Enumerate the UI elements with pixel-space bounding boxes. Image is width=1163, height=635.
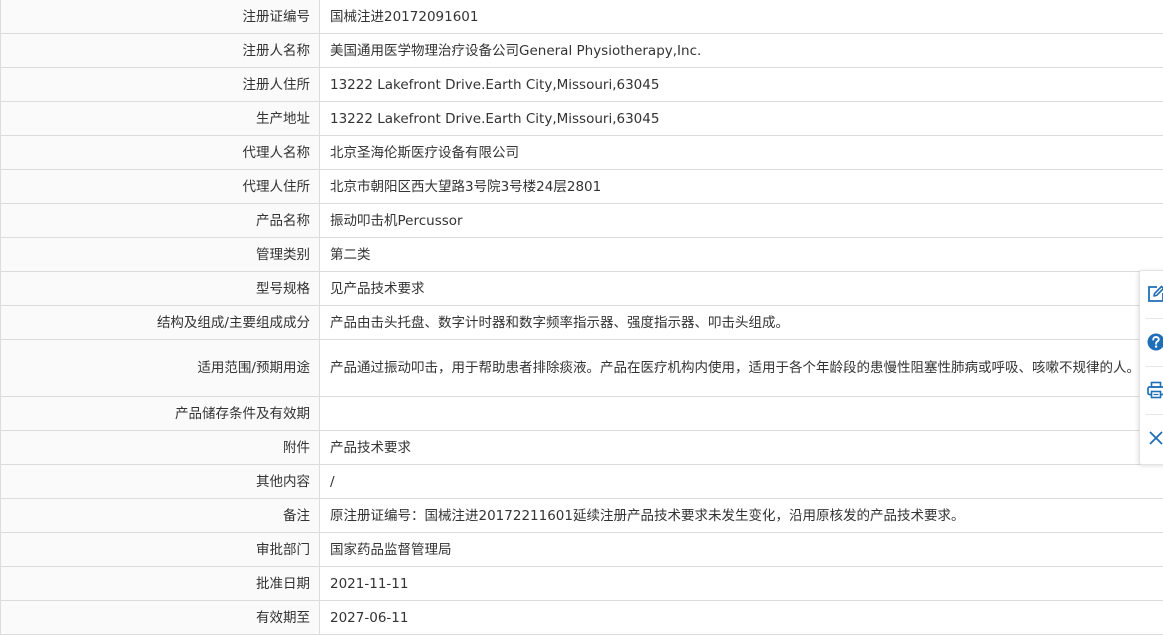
edit-button[interactable] [1140, 271, 1163, 318]
table-row: 注册人名称 美国通用医学物理治疗设备公司General Physiotherap… [1, 34, 1163, 68]
row-label: 管理类别 [1, 238, 320, 272]
row-label: 其他内容 [1, 465, 320, 499]
help-icon [1146, 332, 1163, 352]
close-button[interactable] [1140, 415, 1163, 462]
row-label: 适用范围/预期用途 [1, 340, 320, 397]
row-value: 第二类 [320, 238, 1163, 272]
row-label: 备注 [1, 499, 320, 533]
row-value: 北京圣海伦斯医疗设备有限公司 [320, 136, 1163, 170]
row-value: 振动叩击机Percussor [320, 204, 1163, 238]
close-icon [1146, 428, 1163, 448]
row-value: 产品由击头托盘、数字计时器和数字频率指示器、强度指示器、叩击头组成。 [320, 306, 1163, 340]
row-label: 批准日期 [1, 567, 320, 601]
row-label: 产品储存条件及有效期 [1, 397, 320, 431]
table-row: 批准日期 2021-11-11 [1, 567, 1163, 601]
row-value: 国械注进20172091601 [320, 0, 1163, 34]
table-row: 代理人住所 北京市朝阳区西大望路3号院3号楼24层2801 [1, 170, 1163, 204]
table-row: 审批部门 国家药品监督管理局 [1, 533, 1163, 567]
row-label: 附件 [1, 431, 320, 465]
row-label: 代理人住所 [1, 170, 320, 204]
row-value: 产品通过振动叩击，用于帮助患者排除痰液。产品在医疗机构内使用，适用于各个年龄段的… [320, 340, 1163, 397]
table-row: 注册证编号 国械注进20172091601 [1, 0, 1163, 34]
row-label: 有效期至 [1, 601, 320, 635]
table-row: 结构及组成/主要组成成分 产品由击头托盘、数字计时器和数字频率指示器、强度指示器… [1, 306, 1163, 340]
row-value: 2021-11-11 [320, 567, 1163, 601]
registration-detail-table: 注册证编号 国械注进20172091601 注册人名称 美国通用医学物理治疗设备… [0, 0, 1163, 635]
help-button[interactable] [1140, 319, 1163, 366]
row-value: 13222 Lakefront Drive.Earth City,Missour… [320, 102, 1163, 136]
row-label: 代理人名称 [1, 136, 320, 170]
row-value [320, 397, 1163, 431]
row-value: 原注册证编号：国械注进20172211601延续注册产品技术要求未发生变化，沿用… [320, 499, 1163, 533]
row-label: 注册证编号 [1, 0, 320, 34]
row-value: 2027-06-11 [320, 601, 1163, 635]
table-row: 适用范围/预期用途 产品通过振动叩击，用于帮助患者排除痰液。产品在医疗机构内使用… [1, 340, 1163, 397]
table-row: 附件 产品技术要求 [1, 431, 1163, 465]
row-value: 美国通用医学物理治疗设备公司General Physiotherapy,Inc. [320, 34, 1163, 68]
row-label: 型号规格 [1, 272, 320, 306]
print-button[interactable] [1140, 367, 1163, 414]
table-row: 产品储存条件及有效期 [1, 397, 1163, 431]
table-row: 生产地址 13222 Lakefront Drive.Earth City,Mi… [1, 102, 1163, 136]
table-row: 产品名称 振动叩击机Percussor [1, 204, 1163, 238]
row-label: 注册人名称 [1, 34, 320, 68]
table-row: 备注 原注册证编号：国械注进20172211601延续注册产品技术要求未发生变化… [1, 499, 1163, 533]
row-label: 审批部门 [1, 533, 320, 567]
table-row: 其他内容 / [1, 465, 1163, 499]
table-row: 注册人住所 13222 Lakefront Drive.Earth City,M… [1, 68, 1163, 102]
row-value: 见产品技术要求 [320, 272, 1163, 306]
row-value: 北京市朝阳区西大望路3号院3号楼24层2801 [320, 170, 1163, 204]
edit-icon [1146, 284, 1163, 304]
table-row: 型号规格 见产品技术要求 [1, 272, 1163, 306]
row-value: 13222 Lakefront Drive.Earth City,Missour… [320, 68, 1163, 102]
row-label: 生产地址 [1, 102, 320, 136]
row-label: 产品名称 [1, 204, 320, 238]
row-label: 结构及组成/主要组成成分 [1, 306, 320, 340]
table-row: 有效期至 2027-06-11 [1, 601, 1163, 635]
floating-toolbar [1139, 270, 1163, 465]
row-value: 产品技术要求 [320, 431, 1163, 465]
row-value: 国家药品监督管理局 [320, 533, 1163, 567]
row-value: / [320, 465, 1163, 499]
table-row: 管理类别 第二类 [1, 238, 1163, 272]
table-row: 代理人名称 北京圣海伦斯医疗设备有限公司 [1, 136, 1163, 170]
row-label: 注册人住所 [1, 68, 320, 102]
print-icon [1146, 380, 1163, 400]
